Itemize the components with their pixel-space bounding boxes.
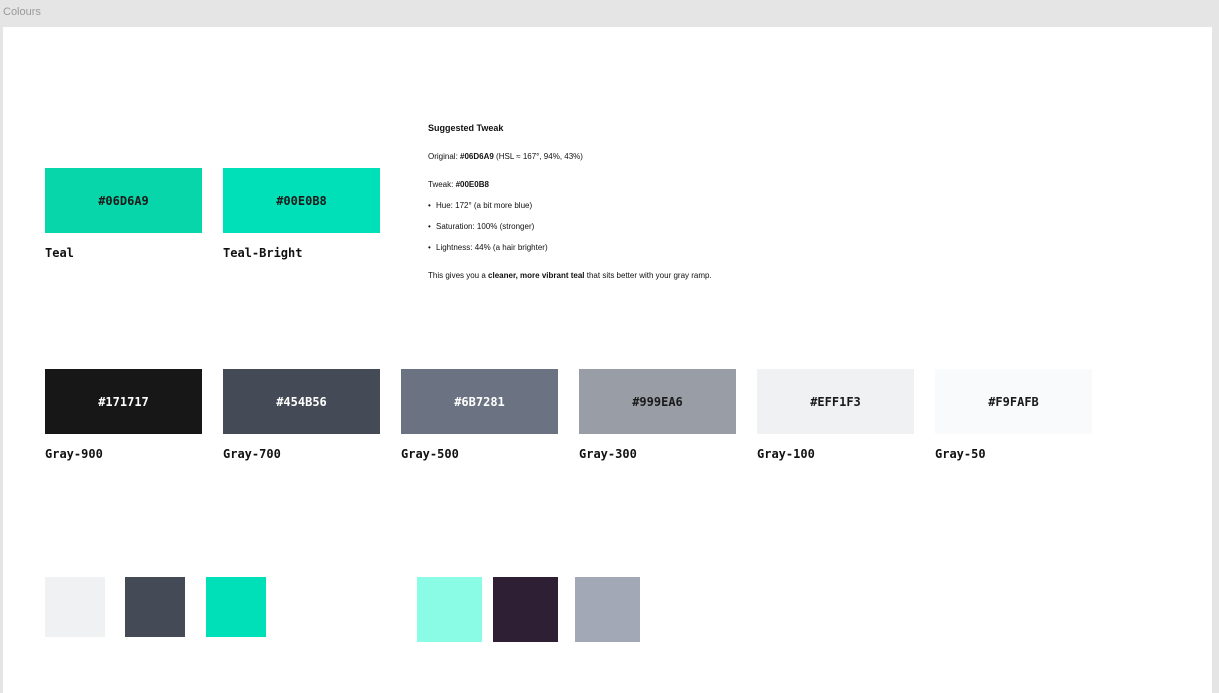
colours-frame: #06D6A9 Teal #00E0B8 Teal-Bright Suggest… xyxy=(3,27,1212,693)
swatch-hex: #00E0B8 xyxy=(276,193,327,208)
note-original: Original: #06D6A9 (HSL ≈ 167°, 94%, 43%) xyxy=(428,152,583,161)
swatch-hex: #6B7281 xyxy=(454,394,505,409)
note-bullet-text: Saturation: 100% (stronger) xyxy=(436,222,535,231)
swatch-teal[interactable]: #06D6A9 xyxy=(45,168,202,233)
bullet-glyph: • xyxy=(428,201,431,210)
bullet-glyph: • xyxy=(428,222,431,231)
swatch-name: Teal-Bright xyxy=(223,246,303,260)
color-chip[interactable] xyxy=(206,577,266,637)
color-chip[interactable] xyxy=(575,577,640,642)
frame-label[interactable]: Colours xyxy=(3,6,41,18)
note-original-suffix: (HSL ≈ 167°, 94%, 43%) xyxy=(493,152,583,161)
note-bullet-text: Hue: 172° (a bit more blue) xyxy=(436,201,533,210)
bullet-glyph: • xyxy=(428,243,431,252)
swatch-teal-bright[interactable]: #00E0B8 xyxy=(223,168,380,233)
note-bullet: • Saturation: 100% (stronger) xyxy=(428,222,534,231)
note-original-prefix: Original: xyxy=(428,152,461,161)
swatch-gray-300[interactable]: #999EA6 xyxy=(579,369,736,434)
note-summary: This gives you a cleaner, more vibrant t… xyxy=(428,271,712,280)
swatch-gray-700[interactable]: #454B56 xyxy=(223,369,380,434)
swatch-gray-100[interactable]: #EFF1F3 xyxy=(757,369,914,434)
color-chip[interactable] xyxy=(417,577,482,642)
swatch-gray-900[interactable]: #171717 xyxy=(45,369,202,434)
swatch-name: Gray-100 xyxy=(757,447,815,461)
swatch-hex: #EFF1F3 xyxy=(810,394,861,409)
swatch-name: Gray-700 xyxy=(223,447,281,461)
swatch-hex: #06D6A9 xyxy=(98,193,149,208)
swatch-name: Gray-300 xyxy=(579,447,637,461)
swatch-gray-50[interactable]: #F9FAFB xyxy=(935,369,1092,434)
color-chip[interactable] xyxy=(493,577,558,642)
swatch-hex: #F9FAFB xyxy=(988,394,1039,409)
note-tweak-prefix: Tweak: xyxy=(428,180,456,189)
swatch-hex: #171717 xyxy=(98,394,149,409)
note-bullet-text: Lightness: 44% (a hair brighter) xyxy=(436,243,548,252)
swatch-hex: #454B56 xyxy=(276,394,327,409)
swatch-hex: #999EA6 xyxy=(632,394,683,409)
color-chip[interactable] xyxy=(45,577,105,637)
swatch-gray-500[interactable]: #6B7281 xyxy=(401,369,558,434)
note-bullet: • Hue: 172° (a bit more blue) xyxy=(428,201,532,210)
swatch-name: Teal xyxy=(45,246,74,260)
note-original-hex: #06D6A9 xyxy=(460,152,494,161)
note-summary-prefix: This gives you a xyxy=(428,271,489,280)
note-title: Suggested Tweak xyxy=(428,123,504,133)
swatch-name: Gray-900 xyxy=(45,447,103,461)
note-summary-bold: cleaner, more vibrant teal xyxy=(488,271,585,280)
note-bullet: • Lightness: 44% (a hair brighter) xyxy=(428,243,548,252)
color-chip[interactable] xyxy=(125,577,185,637)
swatch-name: Gray-500 xyxy=(401,447,459,461)
note-summary-suffix: that sits better with your gray ramp. xyxy=(584,271,712,280)
note-tweak-hex: #00E0B8 xyxy=(455,180,489,189)
note-tweak: Tweak: #00E0B8 xyxy=(428,180,489,189)
swatch-name: Gray-50 xyxy=(935,447,986,461)
